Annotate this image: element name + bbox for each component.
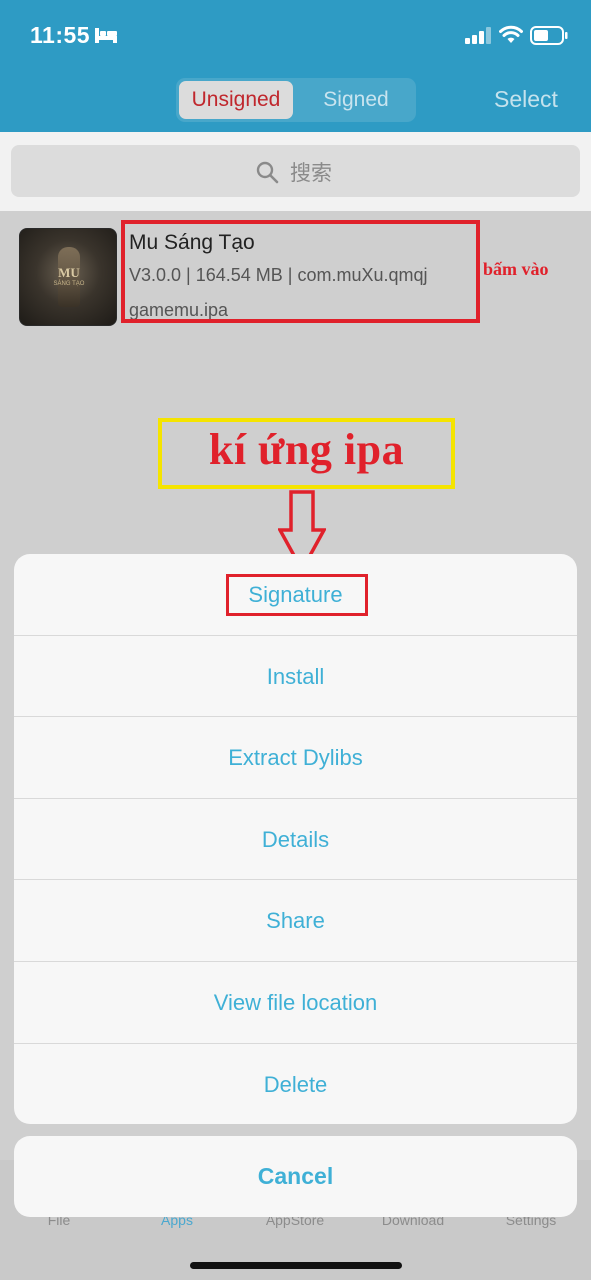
app-icon: MU SÁNG TẠO xyxy=(19,228,117,326)
cellular-signal-icon xyxy=(465,27,491,44)
battery-icon xyxy=(530,26,568,45)
tab-unsigned[interactable]: Unsigned xyxy=(179,81,293,119)
annotation-highlight-app xyxy=(121,220,480,323)
annotation-highlight-signature xyxy=(226,574,368,616)
annotation-tap-note: bấm vào xyxy=(483,259,549,279)
tab-signed[interactable]: Signed xyxy=(299,81,413,119)
search-placeholder: 搜索 xyxy=(290,161,332,185)
share-button[interactable]: Share xyxy=(14,879,577,960)
action-sheet: Signature Install Extract Dylibs Details… xyxy=(14,554,577,1124)
select-button[interactable]: Select xyxy=(494,86,558,113)
install-button[interactable]: Install xyxy=(14,635,577,716)
delete-button[interactable]: Delete xyxy=(14,1043,577,1124)
extract-dylibs-button[interactable]: Extract Dylibs xyxy=(14,716,577,797)
wifi-icon xyxy=(499,25,523,43)
details-button[interactable]: Details xyxy=(14,798,577,879)
cancel-button[interactable]: Cancel xyxy=(14,1136,577,1217)
search-icon xyxy=(256,161,279,184)
signed-unsigned-segmented-control: Unsigned Signed xyxy=(176,78,416,122)
status-time: 11:55 xyxy=(30,22,91,48)
sleep-mode-icon xyxy=(95,28,117,43)
home-indicator[interactable] xyxy=(190,1262,402,1269)
annotation-title: kí ứng ipa xyxy=(208,425,405,474)
view-file-location-button[interactable]: View file location xyxy=(14,961,577,1042)
app-icon-logo: MU xyxy=(58,265,80,280)
app-icon-subtitle: SÁNG TẠO xyxy=(53,281,85,287)
